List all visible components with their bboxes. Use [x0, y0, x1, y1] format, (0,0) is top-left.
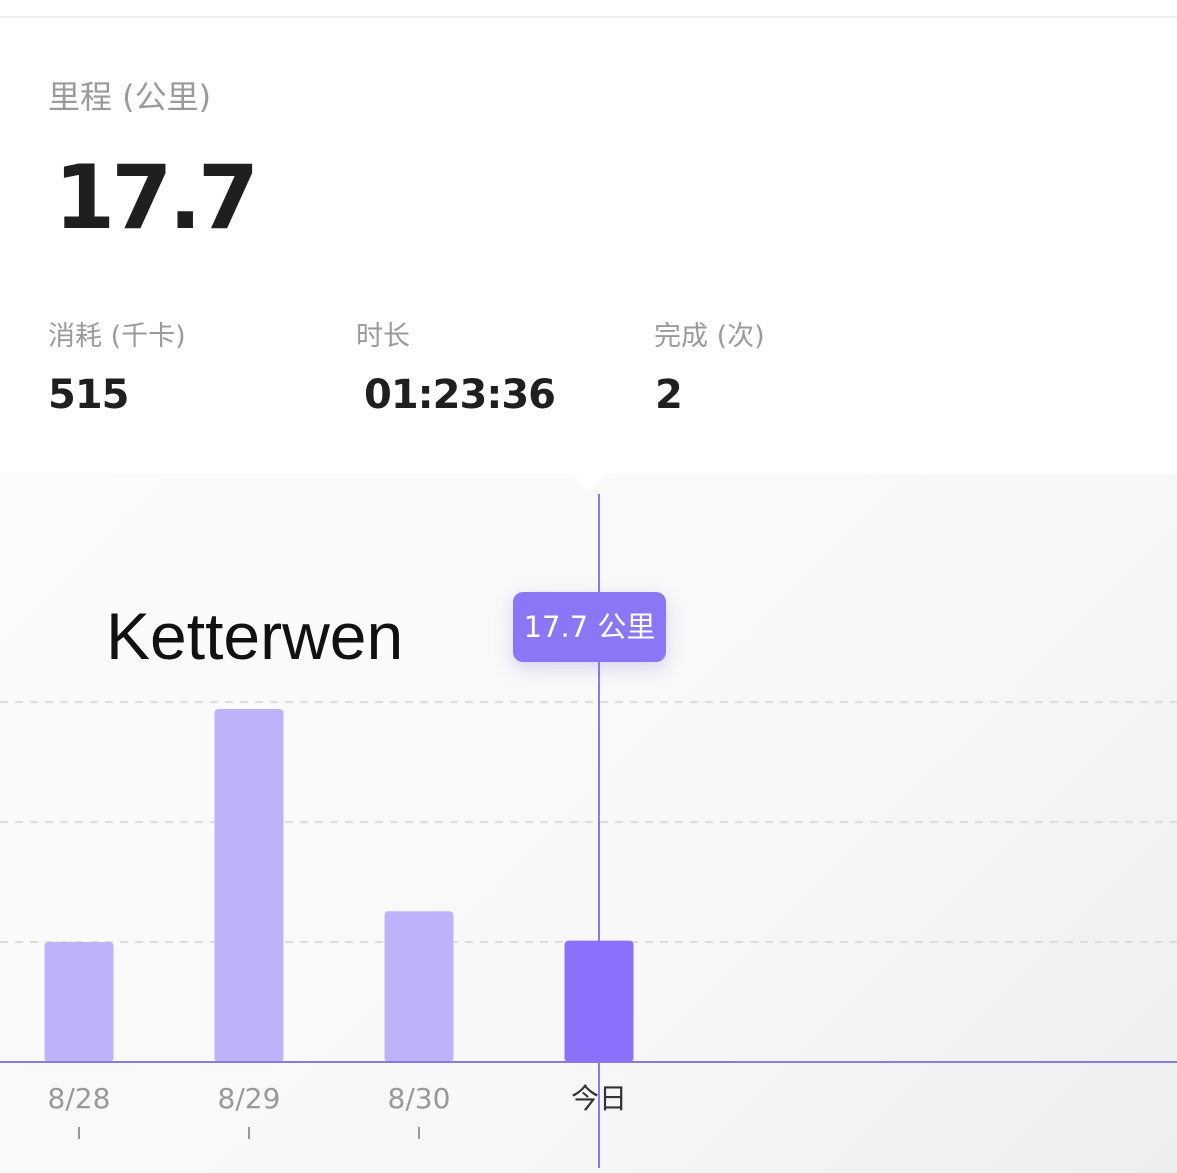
- bar-3[interactable]: [384, 911, 454, 1062]
- bar-1[interactable]: [44, 942, 114, 1062]
- distance-bar-chart[interactable]: 8/28 8/29 8/30 今日: [0, 0, 1177, 1173]
- x-tick-label-4: 今日: [571, 1082, 627, 1115]
- bar-4[interactable]: [564, 940, 634, 1062]
- activity-summary-page: 里程 (公里) 17.7 消耗 (千卡) 515 时长 01:23:36 完成 …: [0, 0, 1177, 1173]
- selected-bar-tooltip: 17.7 公里: [513, 592, 666, 662]
- x-tick-label-3: 8/30: [388, 1082, 451, 1115]
- x-tick-label-1: 8/28: [48, 1082, 111, 1115]
- overlay-text: Ketterwen: [106, 599, 404, 673]
- bar-2[interactable]: [214, 709, 284, 1062]
- x-tick-label-2: 8/29: [218, 1082, 281, 1115]
